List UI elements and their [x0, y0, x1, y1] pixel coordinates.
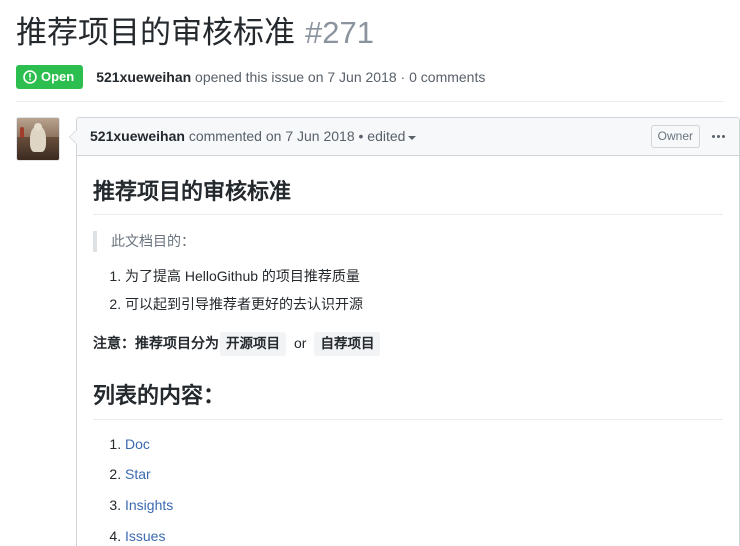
list-item: Issues	[125, 526, 723, 546]
link-doc[interactable]: Doc	[125, 436, 150, 452]
purpose-list: 为了提高 HelloGithub 的项目推荐质量 可以起到引导推荐者更好的去认识…	[93, 266, 723, 315]
content-links-list: Doc Star Insights Issues AdditionalRemar…	[93, 434, 723, 546]
comment-header: 521xueweihan commented on 7 Jun 2018 • e…	[77, 117, 739, 156]
body-note-or: or	[294, 335, 307, 352]
comment-box: 521xueweihan commented on 7 Jun 2018 • e…	[69, 116, 740, 546]
issue-meta-action: opened this issue on 7 Jun 2018 · 0 comm…	[191, 68, 486, 85]
issue-opened-icon	[23, 70, 37, 84]
list-item: Doc	[125, 434, 723, 456]
header-divider	[16, 100, 724, 102]
page-title: 推荐项目的审核标准	[16, 15, 295, 50]
link-insights[interactable]: Insights	[125, 497, 173, 513]
issue-title-row: 推荐项目的审核标准 #271	[16, 14, 724, 52]
kebab-dot-3	[722, 134, 725, 138]
issue-meta-row: Open 521xueweihan opened this issue on 7…	[16, 64, 724, 89]
comment-thread: 521xueweihan commented on 7 Jun 2018 • e…	[16, 116, 740, 546]
comment-edited-button[interactable]: edited	[367, 128, 417, 145]
status-badge-label: Open	[41, 69, 75, 85]
list-item: 为了提高 HelloGithub 的项目推荐质量	[125, 266, 723, 288]
comment-author-link[interactable]: 521xueweihan	[90, 128, 185, 144]
link-star[interactable]: Star	[125, 466, 151, 482]
body-heading-2: 列表的内容：	[93, 382, 723, 420]
comment-author-area: 521xueweihan commented on 7 Jun 2018 • e…	[90, 128, 417, 145]
issue-author-link[interactable]: 521xueweihan	[96, 69, 191, 85]
list-item: Star	[125, 464, 723, 486]
issue-page: 推荐项目的审核标准 #271 Open 521xueweihan opened …	[0, 0, 740, 546]
comment-edited-label: edited	[367, 128, 406, 145]
list-item: 可以起到引导推荐者更好的去认识开源	[125, 294, 723, 316]
avatar[interactable]	[16, 116, 60, 161]
comment-body: 推荐项目的审核标准 此文档目的： 为了提高 HelloGithub 的项目推荐质…	[77, 156, 739, 546]
comment-timestamp: commented on 7 Jun 2018 •	[184, 128, 368, 145]
issue-number: #271	[305, 15, 374, 50]
inline-code-self-recommend: 自荐项目	[314, 331, 381, 357]
issue-header: 推荐项目的审核标准 #271 Open 521xueweihan opened …	[0, 0, 740, 89]
list-item: Insights	[125, 495, 723, 517]
link-issues[interactable]: Issues	[125, 528, 165, 544]
body-blockquote: 此文档目的：	[93, 231, 723, 253]
owner-badge: Owner	[650, 125, 700, 148]
issue-meta-text: 521xueweihan opened this issue on 7 Jun …	[96, 69, 485, 85]
body-heading-1: 推荐项目的审核标准	[93, 178, 723, 216]
body-note: 注意：推荐项目分为 开源项目 or 自荐项目	[93, 331, 723, 357]
kebab-horizontal-icon[interactable]	[712, 134, 725, 138]
chevron-down-icon	[408, 135, 417, 140]
status-badge[interactable]: Open	[16, 64, 84, 89]
avatar-lamp-shape	[19, 127, 25, 138]
kebab-dot-1	[712, 134, 715, 138]
kebab-dot-2	[717, 134, 720, 138]
inline-code-open-source: 开源项目	[220, 331, 286, 357]
body-note-prefix: 注意：推荐项目分为	[93, 335, 219, 352]
